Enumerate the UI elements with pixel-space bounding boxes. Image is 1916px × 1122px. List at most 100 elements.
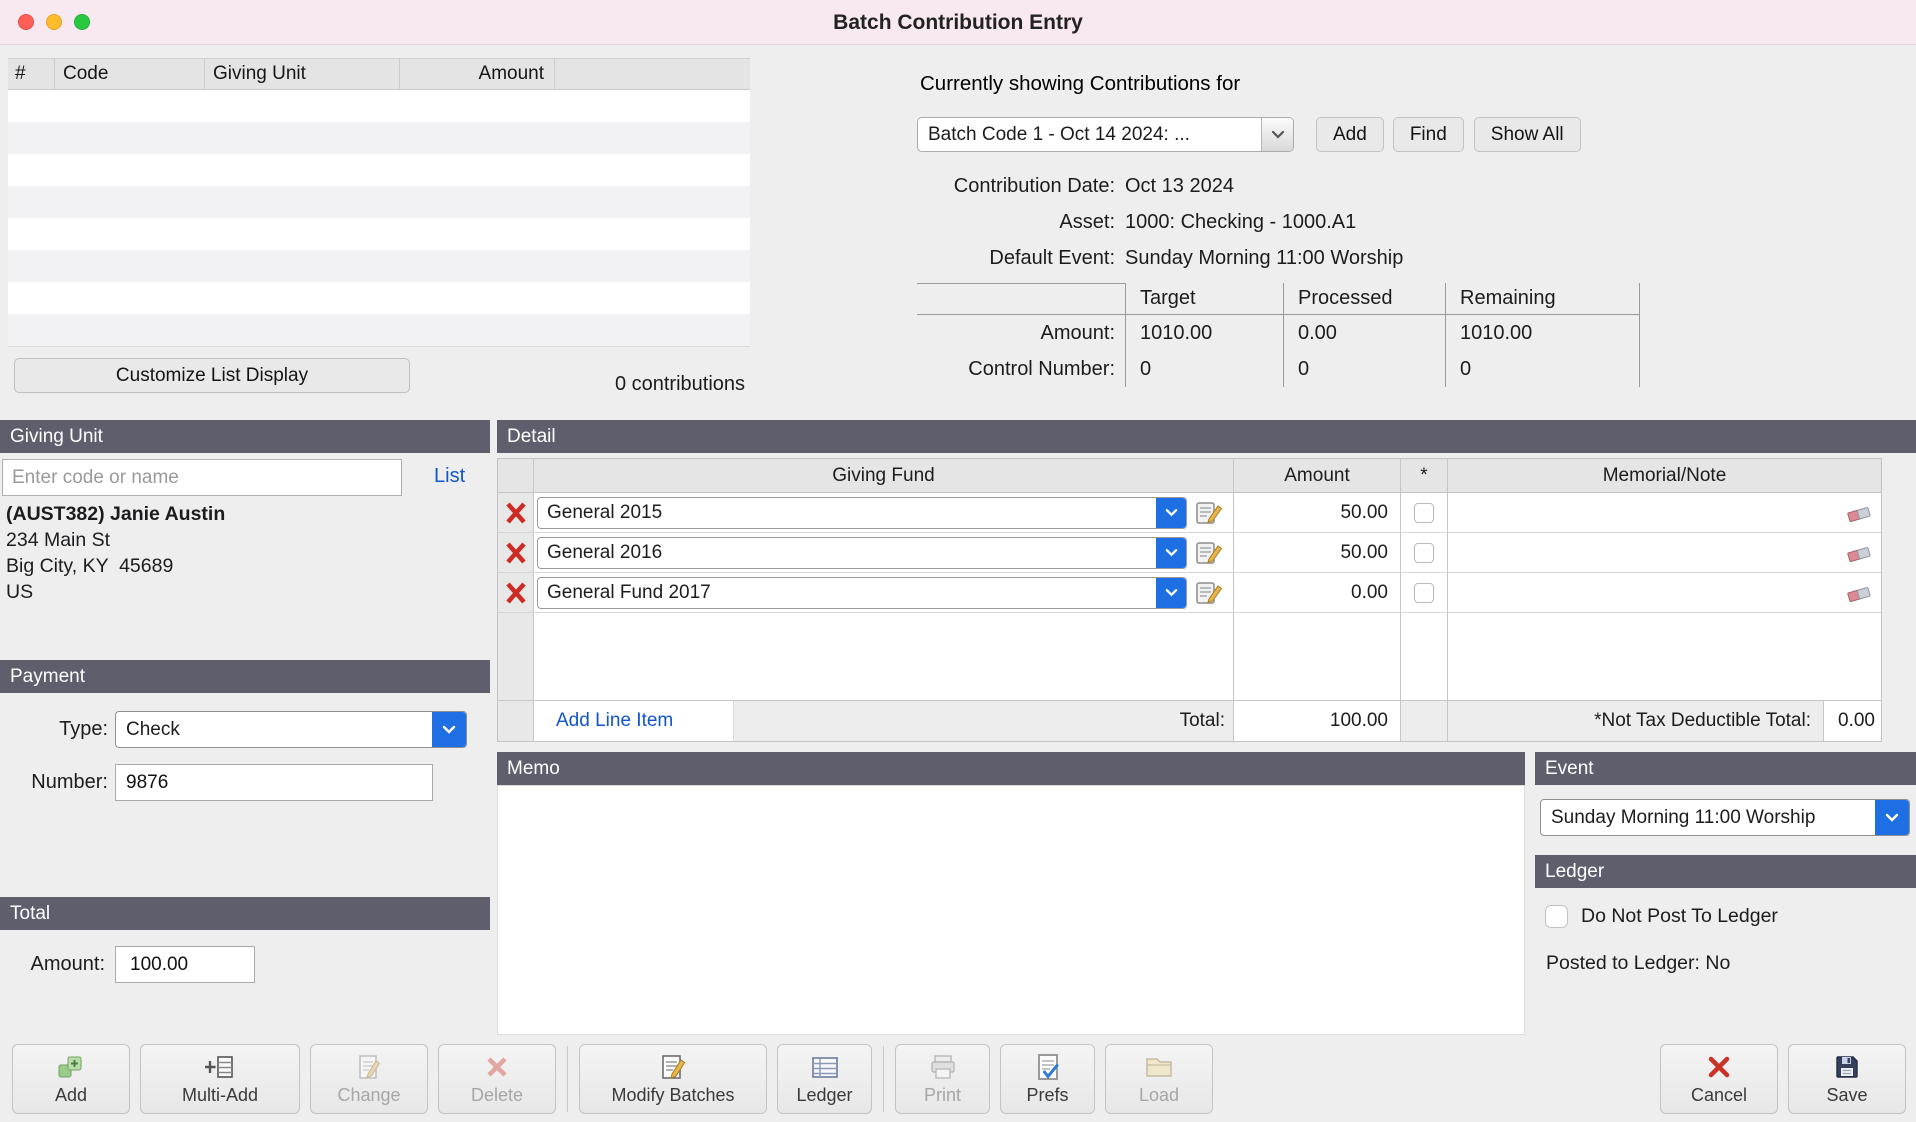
delete-line-button[interactable] (498, 573, 534, 612)
prefs-button[interactable]: Prefs (1000, 1044, 1095, 1114)
list-item (8, 122, 750, 154)
edit-fund-icon[interactable] (1195, 579, 1223, 607)
detail-empty-area (498, 613, 1881, 701)
toolbar-separator (567, 1046, 568, 1112)
edit-fund-icon[interactable] (1195, 499, 1223, 527)
event-select[interactable]: Sunday Morning 11:00 Worship (1540, 799, 1910, 836)
save-button[interactable]: Save (1788, 1044, 1906, 1114)
currently-showing-heading: Currently showing Contributions for (920, 72, 1240, 96)
batch-select[interactable]: Batch Code 1 - Oct 14 2024: ... (917, 117, 1294, 152)
detail-row: General 2015 50.00 (498, 493, 1881, 533)
memorial-note-field[interactable] (1448, 573, 1881, 612)
giving-fund-value: General Fund 2017 (538, 582, 1156, 604)
summary-col-target: Target (1125, 283, 1283, 315)
giving-unit-address-line: US (6, 581, 33, 604)
show-all-button[interactable]: Show All (1474, 117, 1581, 152)
giving-fund-value: General 2015 (538, 502, 1156, 524)
chevron-down-icon (1156, 578, 1186, 608)
total-section-header: Total (0, 897, 490, 930)
payment-type-label: Type: (0, 711, 108, 748)
chevron-down-icon (1875, 800, 1909, 835)
memorial-note-field[interactable] (1448, 493, 1881, 532)
detail-total-label: Total: (734, 701, 1233, 741)
col-delete (498, 459, 534, 492)
batch-summary-table: Target Processed Remaining Amount: 1010.… (917, 283, 1640, 387)
batch-contribution-window: Batch Contribution Entry # Code Giving U… (0, 0, 1916, 1122)
memo-textarea[interactable] (497, 785, 1525, 1035)
batch-select-row: Batch Code 1 - Oct 14 2024: ... Add Find… (917, 117, 1581, 152)
giving-fund-select[interactable]: General 2015 (537, 497, 1187, 529)
check-number-input[interactable] (115, 764, 433, 801)
summary-control-label: Control Number: (917, 351, 1125, 387)
delete-line-button[interactable] (498, 493, 534, 532)
list-item (8, 90, 750, 122)
not-tax-deductible-checkbox[interactable] (1414, 543, 1434, 563)
default-event-row: Default Event: Sunday Morning 11:00 Wors… (820, 240, 1403, 276)
multi-add-button[interactable]: Multi-Add (140, 1044, 300, 1114)
list-item (8, 218, 750, 250)
event-section-header: Event (1535, 752, 1916, 785)
summary-corner-cell (917, 283, 1125, 315)
ledger-button[interactable]: Ledger (777, 1044, 872, 1114)
not-tax-deductible-checkbox[interactable] (1414, 503, 1434, 523)
summary-control-processed: 0 (1283, 351, 1445, 387)
cancel-button[interactable]: Cancel (1660, 1044, 1778, 1114)
delete-line-button[interactable] (498, 533, 534, 572)
do-not-post-row: Do Not Post To Ledger (1545, 905, 1778, 928)
modify-batches-button[interactable]: Modify Batches (579, 1044, 767, 1114)
col-number: # (8, 59, 55, 89)
chevron-down-icon (1156, 498, 1186, 528)
payment-type-value: Check (116, 719, 432, 741)
ledger-icon (810, 1052, 840, 1082)
do-not-post-checkbox[interactable] (1545, 905, 1568, 928)
list-item (8, 250, 750, 282)
event-value: Sunday Morning 11:00 Worship (1541, 807, 1875, 829)
delete-button: Delete (438, 1044, 556, 1114)
change-button: Change (310, 1044, 428, 1114)
erase-note-icon (1846, 544, 1872, 562)
do-not-post-label: Do Not Post To Ledger (1581, 905, 1778, 928)
star-cell (1401, 533, 1448, 572)
contributions-list-header: # Code Giving Unit Amount (8, 58, 750, 90)
detail-row: General 2016 50.00 (498, 533, 1881, 573)
giving-fund-select[interactable]: General 2016 (537, 537, 1187, 569)
col-code: Code (55, 59, 205, 89)
line-amount-field[interactable]: 50.00 (1234, 533, 1401, 572)
contribution-date-value: Oct 13 2024 (1125, 168, 1234, 204)
memorial-note-field[interactable] (1448, 533, 1881, 572)
col-giving-fund: Giving Fund (534, 459, 1234, 492)
cancel-icon (1706, 1052, 1732, 1082)
giving-unit-search-input[interactable] (2, 459, 402, 496)
total-amount-input[interactable] (115, 946, 255, 983)
add-button[interactable]: Add (12, 1044, 130, 1114)
detail-footer: Add Line Item Total: 100.00 *Not Tax Ded… (498, 701, 1881, 741)
add-line-item-link[interactable]: Add Line Item (556, 710, 673, 731)
print-button: Print (895, 1044, 990, 1114)
find-batch-button[interactable]: Find (1393, 117, 1464, 152)
batch-select-value: Batch Code 1 - Oct 14 2024: ... (918, 124, 1261, 146)
giving-unit-name: (AUST382) Janie Austin (6, 503, 225, 526)
giving-unit-address-line: Big City, KY 45689 (6, 555, 173, 578)
star-cell (1401, 573, 1448, 612)
chevron-down-icon (432, 712, 466, 747)
payment-type-select[interactable]: Check (115, 711, 467, 748)
save-icon (1834, 1052, 1860, 1082)
default-event-value: Sunday Morning 11:00 Worship (1125, 240, 1403, 276)
not-tax-deductible-checkbox[interactable] (1414, 583, 1434, 603)
window-title: Batch Contribution Entry (0, 0, 1916, 45)
ledger-section-header: Ledger (1535, 855, 1916, 888)
line-amount-field[interactable]: 50.00 (1234, 493, 1401, 532)
giving-fund-select[interactable]: General Fund 2017 (537, 577, 1187, 609)
not-tax-deductible-total-label: *Not Tax Deductible Total: (1448, 701, 1823, 741)
edit-fund-icon[interactable] (1195, 539, 1223, 567)
line-amount-field[interactable]: 0.00 (1234, 573, 1401, 612)
prefs-icon (1035, 1052, 1061, 1082)
erase-note-icon (1846, 504, 1872, 522)
summary-col-remaining: Remaining (1445, 283, 1640, 315)
giving-unit-list-link[interactable]: List (434, 465, 465, 488)
add-batch-button[interactable]: Add (1316, 117, 1384, 152)
contribution-date-row: Contribution Date: Oct 13 2024 (820, 168, 1403, 204)
star-cell (1401, 493, 1448, 532)
list-item (8, 314, 750, 346)
customize-list-display-button[interactable]: Customize List Display (14, 358, 410, 393)
